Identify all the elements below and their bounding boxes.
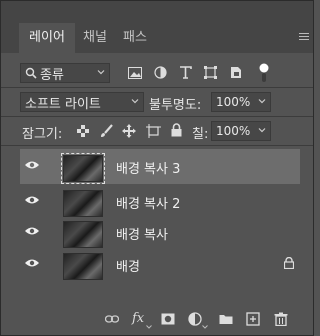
chevron-down-icon bbox=[202, 325, 208, 329]
shape-layer-filter-icon[interactable] bbox=[204, 66, 217, 79]
layers-panel: 레이어 채널 패스 종류 소프트 라이트 불투명도: 100% 잠그기: 칠: … bbox=[0, 0, 314, 336]
lock-artboard-icon[interactable] bbox=[146, 124, 161, 138]
search-icon bbox=[25, 67, 37, 79]
lock-image-pixels-icon[interactable] bbox=[100, 124, 113, 138]
opacity-input[interactable]: 100% bbox=[211, 92, 271, 112]
layer-name: 배경 bbox=[116, 260, 140, 275]
visibility-eye-icon[interactable] bbox=[25, 226, 39, 236]
visibility-eye-icon[interactable] bbox=[25, 258, 39, 268]
divider bbox=[1, 145, 313, 146]
layer-name: 배경 복사 3 bbox=[116, 162, 181, 177]
fill-value: 100% bbox=[216, 124, 251, 138]
pixel-layer-filter-icon[interactable] bbox=[128, 67, 142, 79]
layer-row[interactable]: 배경 복사 3 bbox=[20, 149, 300, 184]
opacity-value: 100% bbox=[216, 95, 251, 109]
filter-row: 종류 bbox=[1, 61, 313, 85]
layer-thumbnail bbox=[63, 221, 103, 248]
tab-channels[interactable]: 채널 bbox=[83, 23, 107, 53]
chevron-down-icon bbox=[146, 325, 152, 329]
tab-paths[interactable]: 패스 bbox=[123, 23, 147, 53]
layer-row[interactable]: 배경 복사 2 bbox=[20, 184, 300, 219]
adjustment-layer-filter-icon[interactable] bbox=[154, 66, 167, 79]
filter-toggle-switch[interactable] bbox=[259, 63, 269, 83]
layer-name: 배경 복사 2 bbox=[116, 197, 181, 212]
fill-label: 칠: bbox=[192, 127, 209, 142]
fill-input[interactable]: 100% bbox=[211, 121, 271, 141]
panel-top-strip bbox=[1, 1, 313, 19]
lock-row: 잠그기: 칠: 100% bbox=[1, 119, 313, 143]
panel-menu-icon[interactable] bbox=[299, 31, 309, 42]
link-layers-icon[interactable] bbox=[105, 312, 119, 326]
layer-style-button[interactable]: fx bbox=[132, 311, 144, 326]
visibility-eye-icon[interactable] bbox=[25, 195, 39, 205]
chevron-down-icon bbox=[258, 99, 266, 104]
divider bbox=[1, 87, 313, 88]
blend-mode-value: 소프트 라이트 bbox=[25, 96, 101, 112]
opacity-label: 불투명도: bbox=[149, 98, 202, 113]
blend-mode-select[interactable]: 소프트 라이트 bbox=[20, 92, 144, 112]
tab-layers[interactable]: 레이어 bbox=[19, 23, 75, 53]
divider bbox=[1, 116, 313, 117]
layer-name: 배경 복사 bbox=[116, 228, 168, 243]
layer-thumbnail bbox=[61, 153, 105, 184]
layer-lock-icon bbox=[284, 257, 294, 269]
layer-thumbnail bbox=[63, 190, 103, 217]
panel-tab-bar: 레이어 채널 패스 bbox=[1, 19, 313, 53]
layer-thumbnail bbox=[63, 253, 103, 280]
blend-row: 소프트 라이트 불투명도: 100% bbox=[1, 90, 313, 114]
smart-object-filter-icon[interactable] bbox=[230, 66, 242, 79]
layer-row[interactable]: 배경 bbox=[20, 247, 300, 282]
lock-label: 잠그기: bbox=[22, 127, 63, 142]
filter-kind-label: 종류 bbox=[40, 67, 64, 83]
new-layer-icon[interactable] bbox=[246, 312, 260, 326]
lock-transparent-pixels-icon[interactable] bbox=[77, 125, 89, 137]
lock-all-icon[interactable] bbox=[171, 123, 182, 137]
visibility-eye-icon[interactable] bbox=[25, 160, 39, 170]
trash-icon[interactable] bbox=[274, 312, 288, 326]
chevron-down-icon bbox=[97, 70, 105, 75]
lock-position-icon[interactable] bbox=[122, 124, 136, 138]
layers-bottom-toolbar: fx bbox=[1, 305, 313, 335]
adjustment-layer-icon[interactable] bbox=[188, 312, 202, 326]
type-layer-filter-icon[interactable] bbox=[179, 66, 192, 79]
folder-icon[interactable] bbox=[219, 312, 233, 326]
add-mask-icon[interactable] bbox=[161, 312, 175, 326]
chevron-down-icon bbox=[258, 128, 266, 133]
layer-row[interactable]: 배경 복사 bbox=[20, 215, 300, 250]
filter-kind-select[interactable]: 종류 bbox=[20, 63, 110, 83]
chevron-down-icon bbox=[131, 99, 139, 104]
